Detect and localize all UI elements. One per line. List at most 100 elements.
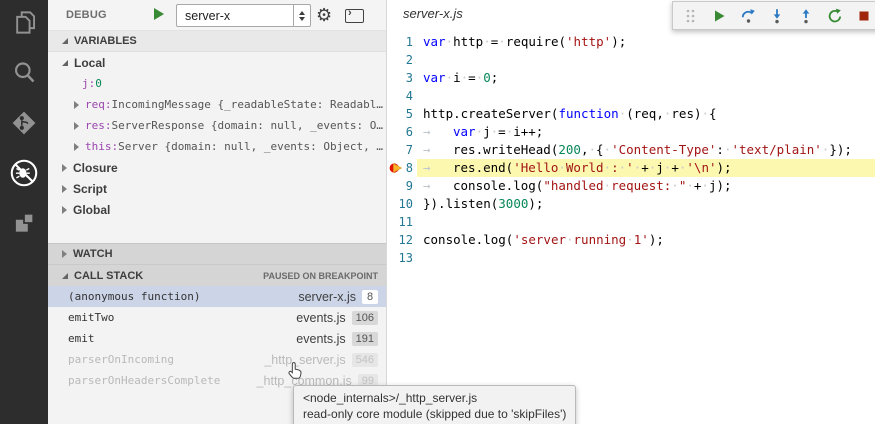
code-line-text[interactable]: console.log('server·running·1'); [417,231,875,249]
stack-frame-row[interactable]: emitTwo events.js 106 [48,307,386,328]
activity-bar-item-search[interactable] [0,50,48,100]
code-line-text[interactable] [417,213,875,231]
frame-line-badge: 106 [352,311,378,325]
start-debug-button[interactable] [154,8,164,20]
code-line-text[interactable]: http.createServer(function·(req,·res)·{ [417,105,875,123]
code-line[interactable]: 13 [388,249,875,267]
frame-file-name: events.js [296,311,345,325]
frame-function-name: parserOnIncoming [68,353,174,366]
code-area[interactable]: 1var·http·=·require('http');23var·i·=·0;… [388,33,875,424]
frame-function-name: emitTwo [68,311,114,324]
code-line[interactable]: 10}).listen(3000); [388,195,875,213]
variable-name: j: [82,77,95,90]
stop-button[interactable] [856,8,872,24]
code-line[interactable]: 2 [388,51,875,69]
line-number: 11 [399,213,413,231]
tab-whitespace-icon: → [423,159,453,177]
code-line[interactable]: 4 [388,87,875,105]
frame-file-name: events.js [296,332,345,346]
code-editor: server-x.js 1var·http·=·require('http');… [388,0,875,424]
code-line-text[interactable]: →res.writeHead(200,·{·'Content-Type':·'t… [417,141,875,159]
editor-tab-title[interactable]: server-x.js [403,6,463,21]
editor-gutter[interactable]: 1 [388,33,417,51]
line-number: 9 [406,177,413,195]
code-line[interactable]: 1var·http·=·require('http'); [388,33,875,51]
editor-gutter[interactable]: 5 [388,105,417,123]
watch-header-label: WATCH [73,248,113,260]
chevron-expanded-icon [62,60,68,66]
debug-panel-title: DEBUG [66,9,107,21]
code-line[interactable]: 5http.createServer(function·(req,·res)·{ [388,105,875,123]
line-number: 5 [406,105,413,123]
paused-status-badge: PAUSED ON BREAKPOINT [263,271,378,281]
step-over-button[interactable] [740,8,756,24]
editor-gutter[interactable]: 8 [388,159,417,177]
editor-gutter[interactable]: 4 [388,87,417,105]
code-line-text[interactable]: →var·j·=·i++; [417,123,875,141]
editor-gutter[interactable]: 11 [388,213,417,231]
variable-row[interactable]: req: IncomingMessage {_readableState: Re… [48,94,386,115]
frame-function-name: parserOnHeadersComplete [68,374,220,387]
editor-gutter[interactable]: 3 [388,69,417,87]
continue-button[interactable] [711,8,727,24]
editor-gutter[interactable]: 12 [388,231,417,249]
configure-gear-icon[interactable]: ⚙ [316,3,332,27]
code-line-text[interactable] [417,249,875,267]
variable-row[interactable]: res: ServerResponse {domain: null, _even… [48,115,386,136]
code-line[interactable]: 3var·i·=·0; [388,69,875,87]
chevron-collapsed-icon [62,185,67,193]
code-line-text[interactable]: →console.log("handled·request:·"·+·j); [417,177,875,195]
call-stack-header-label: CALL STACK [74,270,143,282]
code-line-text[interactable]: var·http·=·require('http'); [417,33,875,51]
activity-bar-item-extensions[interactable] [0,200,48,250]
launch-config-select[interactable]: server-x [176,4,311,27]
line-number: 6 [406,123,413,141]
variables-header-label: VARIABLES [74,35,137,47]
editor-gutter[interactable]: 2 [388,51,417,69]
line-number: 8 [406,159,413,177]
code-line[interactable]: 11 [388,213,875,231]
frame-function-name: emit [68,332,95,345]
step-into-button[interactable] [769,8,785,24]
editor-gutter[interactable]: 6 [388,123,417,141]
line-number: 13 [399,249,413,267]
code-line[interactable]: 12console.log('server·running·1'); [388,231,875,249]
code-line[interactable]: 9→console.log("handled·request:·"·+·j); [388,177,875,195]
stack-frame-row[interactable]: (anonymous function)server-x.js8 [48,286,386,307]
frame-line-badge: 546 [352,353,378,367]
stack-frame-row[interactable]: emitevents.js191 [48,328,386,349]
editor-gutter[interactable]: 9 [388,177,417,195]
code-line-text[interactable] [417,51,875,69]
variable-scope-local[interactable]: Local [48,52,386,73]
variables-section-header[interactable]: VARIABLES [48,31,386,52]
variable-row[interactable]: this: Server {domain: null, _events: Obj… [48,136,386,157]
drag-handle-icon[interactable] [682,8,698,24]
chevron-expanded-icon [62,38,68,44]
stack-frame-row[interactable]: parserOnIncoming_http_server.js546 [48,349,386,370]
variables-list: Localj: 0req: IncomingMessage {_readable… [48,52,386,220]
code-line-text[interactable] [417,87,875,105]
activity-bar-item-debug[interactable] [0,150,48,200]
code-line-text[interactable]: var·i·=·0; [417,69,875,87]
tab-whitespace-icon: → [423,177,453,195]
code-line[interactable]: 6→var·j·=·i++; [388,123,875,141]
variable-row[interactable]: j: 0 [48,73,386,94]
variable-scope-closure[interactable]: Closure [48,157,386,178]
code-line[interactable]: 8→res.end('Hello·World·:·'·+·j·+·'\n'); [388,159,875,177]
code-line-text[interactable]: }).listen(3000); [417,195,875,213]
debug-console-icon[interactable]: › [345,9,364,23]
code-line-text[interactable]: →res.end('Hello·World·:·'·+·j·+·'\n'); [417,159,875,177]
variable-scope-script[interactable]: Script [48,178,386,199]
activity-bar-item-source-control[interactable] [0,100,48,150]
activity-bar-item-explorer[interactable] [0,0,48,50]
editor-gutter[interactable]: 7 [388,141,417,159]
call-stack-section-header[interactable]: CALL STACK PAUSED ON BREAKPOINT [48,264,386,286]
editor-gutter[interactable]: 10 [388,195,417,213]
line-number: 12 [399,231,413,249]
variable-scope-global[interactable]: Global [48,199,386,220]
code-line[interactable]: 7→res.writeHead(200,·{·'Content-Type':·'… [388,141,875,159]
watch-section-header[interactable]: WATCH [48,243,386,264]
restart-button[interactable] [827,8,843,24]
step-out-button[interactable] [798,8,814,24]
editor-gutter[interactable]: 13 [388,249,417,267]
